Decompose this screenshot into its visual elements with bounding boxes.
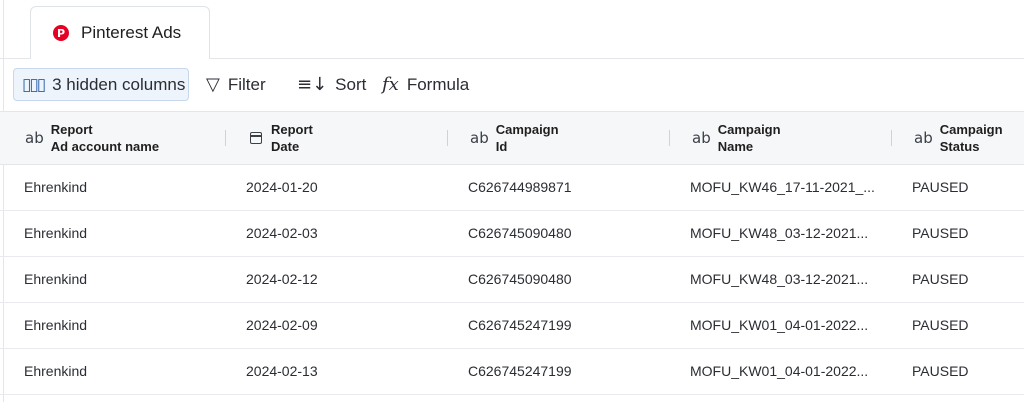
table-row[interactable]: Ehrenkind 2024-02-03 C626745090480 MOFU_… (0, 211, 1024, 257)
column-header-report-ad-account-name[interactable]: ab Report Ad account name (25, 112, 159, 164)
column-label-line1: Report (50, 122, 93, 137)
column-label-line2: Id (495, 139, 508, 154)
column-resize-handle[interactable] (447, 130, 448, 146)
cell-campaign-name[interactable]: MOFU_KW46_17-11-2021_... (690, 165, 875, 210)
cell-date[interactable]: 2024-01-20 (246, 165, 318, 210)
table-row[interactable]: Ehrenkind 2024-01-20 C626744989871 MOFU_… (0, 165, 1024, 211)
cell-campaign-name[interactable]: MOFU_KW48_03-12-2021... (690, 211, 868, 256)
formula-label: Formula (406, 74, 470, 94)
sort-icon: ≡↓ (297, 74, 328, 95)
hidden-columns-button[interactable]: ▯▯▯ 3 hidden columns (13, 68, 189, 101)
cell-campaign-name[interactable]: MOFU_KW01_04-01-2022... (690, 303, 868, 348)
calendar-icon (250, 132, 262, 144)
filter-label: Filter (227, 74, 266, 94)
cell-campaign-id[interactable]: C626744989871 (468, 165, 572, 210)
table-row[interactable]: Ehrenkind 2024-02-12 C626745090480 MOFU_… (0, 257, 1024, 303)
cell-campaign-id[interactable]: C626745247199 (468, 303, 572, 348)
cell-ad-account-name[interactable]: Ehrenkind (24, 211, 87, 256)
text-type-icon: ab (692, 129, 711, 147)
tab-bar: P Pinterest Ads (0, 0, 1024, 59)
column-label-line1: Campaign (495, 122, 559, 137)
column-label-line1: Campaign (717, 122, 781, 137)
column-resize-handle[interactable] (669, 130, 670, 146)
cell-ad-account-name[interactable]: Ehrenkind (24, 303, 87, 348)
table-row[interactable]: Ehrenkind 2024-02-09 C626745247199 MOFU_… (0, 303, 1024, 349)
text-type-icon: ab (914, 129, 933, 147)
column-label-line2: Ad account name (50, 139, 160, 154)
column-header-campaign-status[interactable]: ab Campaign Status (914, 112, 1003, 164)
cell-campaign-id[interactable]: C626745090480 (468, 257, 572, 302)
toolbar: ▯▯▯ 3 hidden columns ▽ Filter ≡↓ Sort fx… (0, 58, 1024, 112)
text-type-icon: ab (25, 129, 44, 147)
cell-campaign-id[interactable]: C626745247199 (468, 349, 572, 394)
column-resize-handle[interactable] (225, 130, 226, 146)
cell-campaign-name[interactable]: MOFU_KW01_04-01-2022... (690, 349, 868, 394)
cell-date[interactable]: 2024-02-13 (246, 349, 318, 394)
column-header-campaign-name[interactable]: ab Campaign Name (692, 112, 781, 164)
column-label-line2: Status (939, 139, 980, 154)
cell-ad-account-name[interactable]: Ehrenkind (24, 349, 87, 394)
cell-ad-account-name[interactable]: Ehrenkind (24, 165, 87, 210)
cell-date[interactable]: 2024-02-03 (246, 211, 318, 256)
column-label-line1: Campaign (939, 122, 1003, 137)
cell-campaign-id[interactable]: C626745090480 (468, 211, 572, 256)
filter-icon: ▽ (206, 74, 220, 95)
cell-date[interactable]: 2024-02-12 (246, 257, 318, 302)
pinterest-icon: P (53, 25, 69, 41)
formula-button[interactable]: fx Formula (382, 68, 469, 101)
table-row[interactable]: Ehrenkind 2024-02-13 C626745247199 MOFU_… (0, 349, 1024, 395)
column-header-campaign-id[interactable]: ab Campaign Id (470, 112, 559, 164)
column-label-line2: Date (271, 139, 300, 154)
sort-button[interactable]: ≡↓ Sort (297, 68, 366, 101)
tab-label: Pinterest Ads (81, 23, 182, 42)
tab-pinterest-ads[interactable]: P Pinterest Ads (30, 6, 210, 59)
cell-campaign-status[interactable]: PAUSED (912, 257, 969, 302)
column-label-line2: Name (717, 139, 754, 154)
cell-ad-account-name[interactable]: Ehrenkind (24, 257, 87, 302)
filter-button[interactable]: ▽ Filter (206, 68, 266, 101)
column-header-report-date[interactable]: Report Date (250, 112, 313, 164)
columns-icon: ▯▯▯ (22, 74, 46, 95)
cell-campaign-status[interactable]: PAUSED (912, 211, 969, 256)
formula-icon: fx (382, 74, 399, 95)
text-type-icon: ab (470, 129, 489, 147)
cell-date[interactable]: 2024-02-09 (246, 303, 318, 348)
cell-campaign-status[interactable]: PAUSED (912, 349, 969, 394)
column-label-line1: Report (271, 122, 313, 137)
hidden-columns-label: 3 hidden columns (52, 74, 186, 94)
cell-campaign-name[interactable]: MOFU_KW48_03-12-2021... (690, 257, 868, 302)
table-header: ab Report Ad account name Report Date ab C… (0, 112, 1024, 165)
cell-campaign-status[interactable]: PAUSED (912, 165, 969, 210)
cell-campaign-status[interactable]: PAUSED (912, 303, 969, 348)
data-table: ab Report Ad account name Report Date ab C… (0, 112, 1024, 395)
column-resize-handle[interactable] (891, 130, 892, 146)
sort-label: Sort (335, 74, 367, 94)
